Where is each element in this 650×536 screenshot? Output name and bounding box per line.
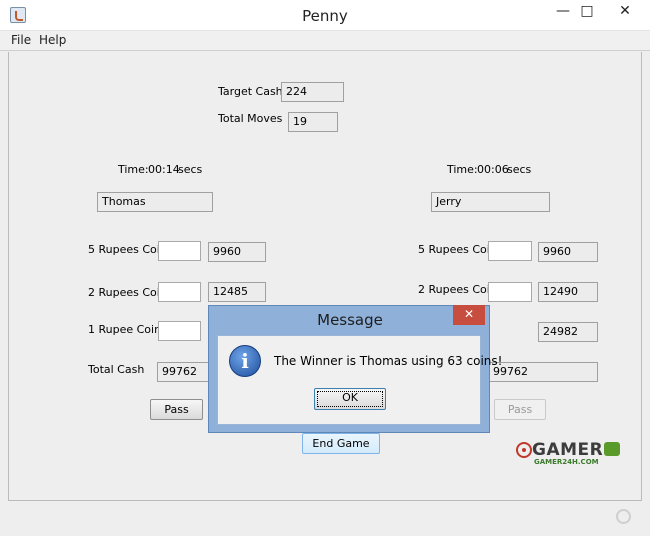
left-five-coin-input[interactable] xyxy=(158,241,201,261)
left-time-unit: secs xyxy=(178,163,203,176)
right-time-value: 00:06 xyxy=(477,163,509,176)
end-game-button[interactable]: End Game xyxy=(302,433,380,454)
right-total-cash-field: 99762 xyxy=(488,362,598,382)
gamer24h-logo: GAMER GAMER24H.COM xyxy=(516,440,620,468)
right-two-coin-input[interactable] xyxy=(488,282,532,302)
total-moves-label: Total Moves xyxy=(218,112,283,125)
menu-bar xyxy=(0,31,650,51)
right-time-unit: secs xyxy=(507,163,532,176)
left-total-cash-label: Total Cash xyxy=(88,363,145,376)
info-icon: i xyxy=(229,345,261,377)
left-one-coin-label: 1 Rupee Coin xyxy=(88,323,162,336)
dialog-close-button[interactable]: ✕ xyxy=(453,305,485,325)
right-two-coin-count: 12490 xyxy=(538,282,598,302)
target-cash-label: Target Cash xyxy=(218,85,283,98)
logo-subtext: GAMER24H.COM xyxy=(534,458,599,466)
crosshair-icon xyxy=(516,442,532,458)
logo-text: GAMER xyxy=(532,440,604,460)
left-player-name: Thomas xyxy=(97,192,213,212)
left-pass-button[interactable]: Pass xyxy=(150,399,203,420)
right-five-coin-count: 9960 xyxy=(538,242,598,262)
left-two-coin-input[interactable] xyxy=(158,282,201,302)
left-two-coin-count: 12485 xyxy=(208,282,266,302)
maximize-button[interactable]: □ xyxy=(572,0,602,24)
right-five-coin-input[interactable] xyxy=(488,241,532,261)
dialog-title: Message xyxy=(317,311,383,329)
right-one-coin-count: 24982 xyxy=(538,322,598,342)
left-five-coin-label: 5 Rupees Coin xyxy=(88,243,167,256)
menu-file[interactable]: File xyxy=(11,33,31,47)
logo-badge-icon xyxy=(604,442,620,456)
message-dialog: Message ✕ i The Winner is Thomas using 6… xyxy=(208,305,502,433)
right-player-name: Jerry xyxy=(431,192,550,212)
total-moves-field: 19 xyxy=(288,112,338,132)
left-one-coin-input[interactable] xyxy=(158,321,201,341)
dialog-message: The Winner is Thomas using 63 coins! xyxy=(274,354,503,368)
right-time-label: Time: xyxy=(447,163,478,176)
left-time-value: 00:14 xyxy=(148,163,180,176)
ok-button[interactable]: OK xyxy=(314,388,386,410)
right-five-coin-label: 5 Rupees Coin xyxy=(418,243,497,256)
left-time-label: Time: xyxy=(118,163,149,176)
dialog-body: i The Winner is Thomas using 63 coins! O… xyxy=(217,335,502,425)
menu-help[interactable]: Help xyxy=(39,33,66,47)
left-two-coin-label: 2 Rupees Coin xyxy=(88,286,167,299)
status-bar-divider xyxy=(8,500,642,501)
right-pass-button[interactable]: Pass xyxy=(494,399,546,420)
target-cash-field: 224 xyxy=(281,82,344,102)
left-total-cash-field: 99762 xyxy=(157,362,215,382)
right-two-coin-label: 2 Rupees Coin xyxy=(418,283,497,296)
resize-grip-icon[interactable] xyxy=(616,509,631,524)
left-five-coin-count: 9960 xyxy=(208,242,266,262)
close-button[interactable]: ✕ xyxy=(610,0,640,24)
